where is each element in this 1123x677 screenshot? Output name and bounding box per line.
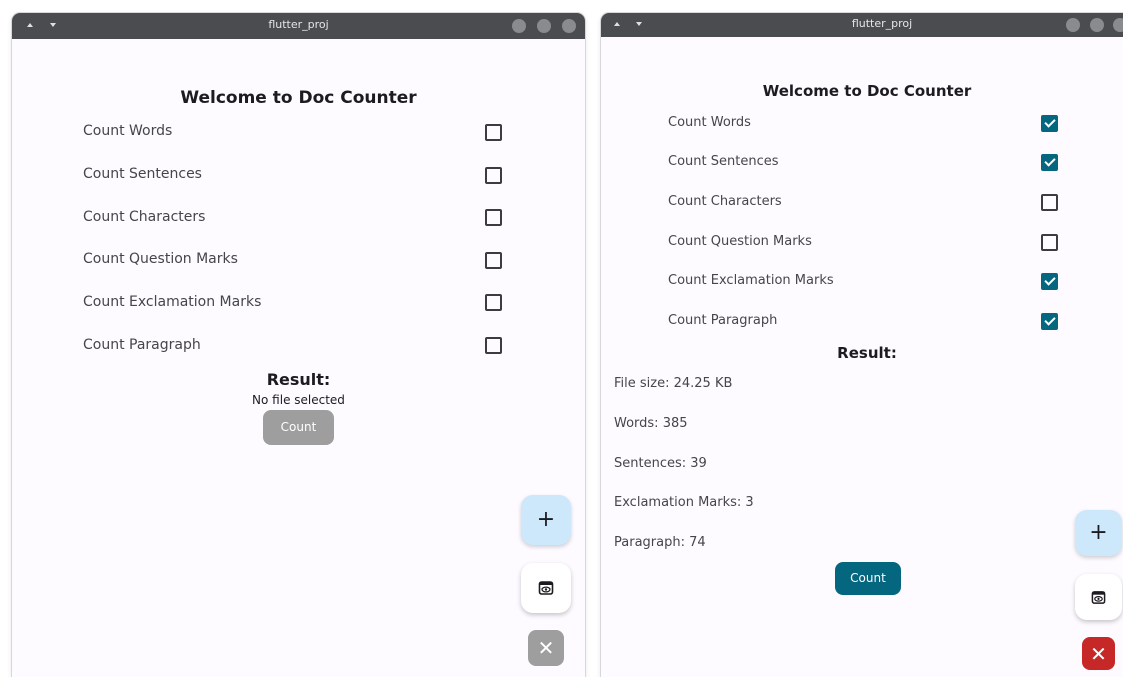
result-title: Result: bbox=[266, 370, 331, 389]
close-icon: ✕ bbox=[1090, 641, 1107, 666]
window-close-button[interactable] bbox=[562, 19, 576, 33]
preview-file-button[interactable] bbox=[1075, 574, 1122, 620]
option-label-exclamation-marks: Count Exclamation Marks bbox=[668, 273, 834, 288]
result-file-size: File size: 24.25 KB bbox=[614, 376, 733, 391]
eye-icon bbox=[1091, 590, 1106, 604]
result-paragraph: Paragraph: 74 bbox=[614, 535, 706, 550]
eye-icon bbox=[538, 581, 554, 595]
option-label-exclamation-marks: Count Exclamation Marks bbox=[83, 294, 262, 310]
option-label-characters: Count Characters bbox=[668, 194, 782, 209]
page-title: Welcome to Doc Counter bbox=[762, 82, 972, 100]
result-title: Result: bbox=[837, 344, 897, 362]
option-label-question-marks: Count Question Marks bbox=[668, 234, 812, 249]
option-label-words: Count Words bbox=[668, 115, 751, 130]
app-window-results: flutter_proj Welcome to Doc Counter Coun… bbox=[601, 13, 1123, 677]
checkbox-count-characters[interactable] bbox=[1041, 194, 1058, 211]
window-title: flutter_proj bbox=[851, 17, 913, 30]
checkbox-count-words[interactable] bbox=[485, 124, 502, 141]
window-title: flutter_proj bbox=[268, 18, 329, 31]
option-label-sentences: Count Sentences bbox=[668, 154, 779, 169]
preview-file-button[interactable] bbox=[521, 563, 571, 613]
result-exclamation-marks: Exclamation Marks: 3 bbox=[614, 495, 754, 510]
option-label-words: Count Words bbox=[83, 123, 173, 139]
plus-icon: + bbox=[536, 507, 556, 532]
add-file-button[interactable]: + bbox=[1075, 510, 1122, 556]
minimize-button[interactable] bbox=[1066, 18, 1080, 32]
checkbox-count-paragraph[interactable] bbox=[485, 337, 502, 354]
checkbox-count-sentences[interactable] bbox=[1041, 154, 1058, 171]
app-window-initial: flutter_proj Welcome to Doc Counter Coun… bbox=[12, 13, 585, 677]
option-label-question-marks: Count Question Marks bbox=[83, 251, 238, 267]
result-sentences: Sentences: 39 bbox=[614, 456, 707, 471]
page-title: Welcome to Doc Counter bbox=[180, 88, 417, 108]
result-words: Words: 385 bbox=[614, 416, 688, 431]
count-button[interactable]: Count bbox=[263, 410, 334, 445]
option-label-sentences: Count Sentences bbox=[83, 166, 202, 182]
checkbox-count-question-marks[interactable] bbox=[1041, 234, 1058, 251]
minimize-button[interactable] bbox=[512, 19, 526, 33]
title-bar: flutter_proj bbox=[601, 13, 1123, 37]
checkbox-count-paragraph[interactable] bbox=[1041, 313, 1058, 330]
checkbox-count-sentences[interactable] bbox=[485, 167, 502, 184]
maximize-button[interactable] bbox=[537, 19, 551, 33]
plus-icon: + bbox=[1089, 520, 1108, 545]
option-label-characters: Count Characters bbox=[83, 209, 206, 225]
title-bar: flutter_proj bbox=[12, 13, 585, 39]
option-label-paragraph: Count Paragraph bbox=[668, 313, 778, 328]
checkbox-count-exclamation-marks[interactable] bbox=[485, 294, 502, 311]
add-file-button[interactable]: + bbox=[521, 495, 571, 545]
count-button[interactable]: Count bbox=[835, 562, 901, 595]
window-close-button[interactable] bbox=[1113, 18, 1123, 32]
option-label-paragraph: Count Paragraph bbox=[83, 337, 201, 353]
maximize-button[interactable] bbox=[1090, 18, 1104, 32]
checkbox-count-words[interactable] bbox=[1041, 115, 1058, 132]
clear-file-button[interactable]: ✕ bbox=[1082, 637, 1115, 670]
checkbox-count-exclamation-marks[interactable] bbox=[1041, 273, 1058, 290]
checkbox-count-question-marks[interactable] bbox=[485, 252, 502, 269]
close-icon: ✕ bbox=[537, 636, 555, 660]
checkbox-count-characters[interactable] bbox=[485, 209, 502, 226]
clear-file-button[interactable]: ✕ bbox=[528, 630, 564, 666]
file-status: No file selected bbox=[252, 393, 345, 407]
